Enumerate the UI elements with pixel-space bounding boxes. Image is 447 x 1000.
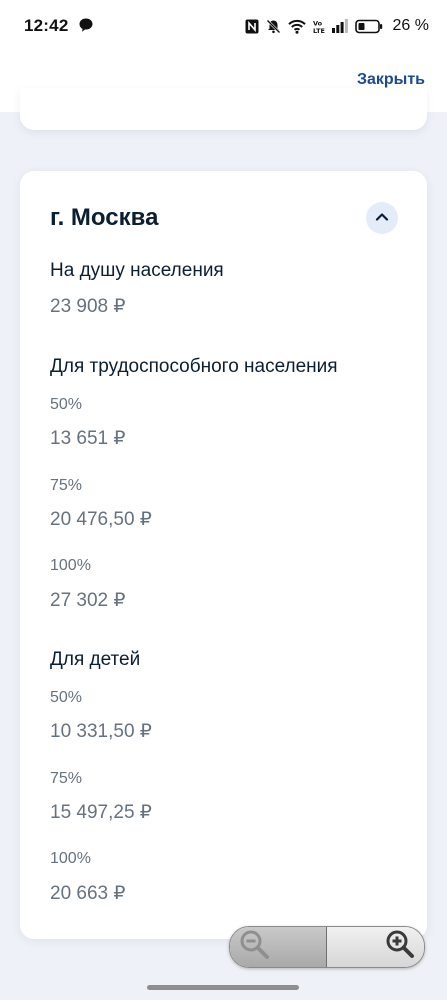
- children-percent-100: 100%: [50, 850, 91, 867]
- working-age-percent-100: 100%: [50, 557, 91, 574]
- status-bar: 12:42 Vo LTE 26 %: [0, 0, 447, 52]
- working-age-value-50: 13 651 ₽: [50, 428, 126, 449]
- zoom-in-button[interactable]: [327, 927, 424, 967]
- region-title: г. Москва: [50, 204, 159, 231]
- battery-icon: [354, 19, 383, 34]
- collapse-button[interactable]: [366, 202, 398, 234]
- zoom-out-icon: [238, 928, 272, 967]
- working-age-label: Для трудоспособного населения: [50, 356, 338, 377]
- battery-percent: 26 %: [392, 17, 429, 34]
- working-age-value-75: 20 476,50 ₽: [50, 509, 152, 530]
- chevron-up-icon: [375, 209, 389, 227]
- volte-icon: Vo LTE: [313, 19, 325, 34]
- previous-card: [20, 88, 427, 130]
- chat-icon: [78, 17, 94, 33]
- children-value-100: 20 663 ₽: [50, 883, 126, 904]
- status-time: 12:42: [24, 16, 69, 35]
- working-age-percent-50: 50%: [50, 396, 83, 413]
- status-icons: Vo LTE 26 %: [245, 15, 429, 37]
- working-age-value-100: 27 302 ₽: [50, 590, 126, 611]
- children-value-75: 15 497,25 ₽: [50, 802, 152, 823]
- per-capita-value: 23 908 ₽: [50, 296, 126, 317]
- home-indicator[interactable]: [147, 985, 299, 990]
- svg-text:LTE: LTE: [313, 27, 325, 34]
- zoom-controls: [229, 926, 425, 968]
- working-age-percent-75: 75%: [50, 477, 83, 494]
- nfc-icon: [245, 19, 259, 34]
- children-percent-75: 75%: [50, 770, 83, 787]
- close-button[interactable]: Закрыть: [357, 71, 425, 89]
- zoom-out-button[interactable]: [230, 927, 327, 967]
- mute-icon: [266, 19, 281, 34]
- wifi-icon: [287, 19, 306, 34]
- signal-icon: [331, 19, 348, 33]
- per-capita-label: На душу населения: [50, 260, 224, 281]
- children-value-50: 10 331,50 ₽: [50, 721, 152, 742]
- zoom-in-icon: [382, 928, 416, 967]
- children-label: Для детей: [50, 649, 141, 670]
- region-card: г. Москва На душу населения 23 908 ₽ Для…: [20, 171, 427, 939]
- children-percent-50: 50%: [50, 689, 83, 706]
